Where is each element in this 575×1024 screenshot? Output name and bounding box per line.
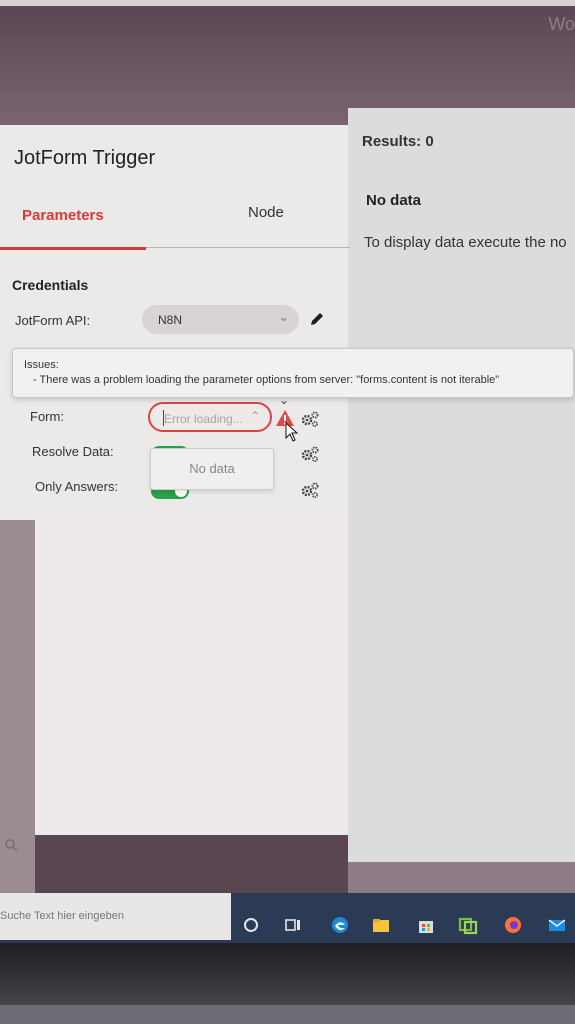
mouse-pointer-icon: [285, 422, 299, 442]
gears-icon[interactable]: [301, 482, 319, 498]
desk-surface: [0, 1005, 575, 1024]
active-tab-indicator: [0, 247, 146, 250]
file-explorer-icon[interactable]: [371, 915, 391, 935]
credential-value: N8N: [158, 313, 183, 327]
tab-parameters[interactable]: Parameters: [22, 207, 104, 224]
pencil-icon[interactable]: [309, 311, 325, 327]
parameters-panel-lower: [35, 520, 350, 832]
chevron-up-icon: ⌃: [249, 409, 260, 423]
form-select-input[interactable]: Error loading... ⌃: [148, 402, 272, 432]
cortana-icon[interactable]: [241, 915, 261, 935]
desktop-background: Wo: [0, 0, 575, 125]
gears-icon[interactable]: [301, 411, 319, 427]
node-title: JotForm Trigger: [14, 147, 156, 169]
dropdown-empty-text: No data: [189, 461, 235, 476]
taskbar-search[interactable]: Suche Text hier eingeben: [0, 893, 231, 940]
issues-title: Issues:: [24, 359, 59, 371]
tab-node[interactable]: Node: [248, 204, 284, 221]
no-data-title: No data: [366, 192, 422, 209]
results-count: Results: 0: [362, 133, 434, 150]
zoom-icon[interactable]: [4, 838, 18, 852]
tab-divider: [146, 247, 350, 248]
firefox-icon[interactable]: [503, 915, 523, 935]
screen-edge: [0, 0, 575, 6]
credential-select[interactable]: N8N ⌄: [142, 305, 299, 334]
form-placeholder: Error loading...: [164, 412, 243, 426]
corner-text: Wo: [548, 14, 575, 34]
output-panel: [348, 108, 575, 863]
resolve-data-label: Resolve Data:: [32, 444, 114, 459]
taskbar-search-placeholder: Suche Text hier eingeben: [0, 910, 124, 922]
edge-icon[interactable]: [330, 915, 350, 935]
form-options-dropdown: No data: [150, 448, 274, 490]
form-label: Form:: [30, 409, 64, 424]
task-view-icon[interactable]: [283, 915, 303, 935]
only-answers-label: Only Answers:: [35, 479, 119, 494]
credentials-heading: Credentials: [12, 277, 89, 293]
gears-icon[interactable]: [301, 446, 319, 462]
mail-icon[interactable]: [547, 915, 567, 935]
issues-message: - There was a problem loading the parame…: [33, 374, 500, 386]
jotform-api-label: JotForm API:: [15, 313, 91, 328]
no-data-message: To display data execute the no: [364, 234, 567, 251]
vpn-icon[interactable]: [458, 915, 478, 935]
issues-tooltip: Issues: - There was a problem loading th…: [12, 348, 574, 398]
store-icon[interactable]: [416, 915, 436, 935]
tooltip-caret-icon: ⌄: [279, 393, 290, 407]
chevron-down-icon: ⌄: [278, 309, 289, 324]
